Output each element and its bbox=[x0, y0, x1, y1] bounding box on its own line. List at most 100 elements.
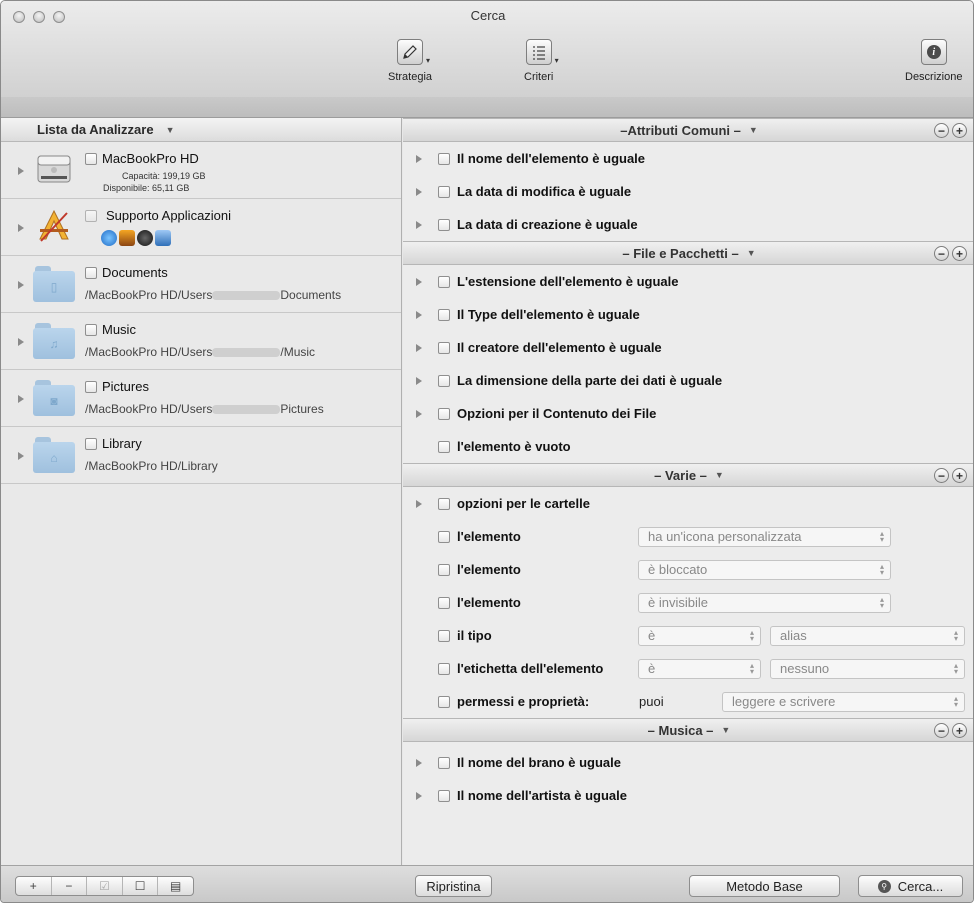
remove-section-button[interactable]: − bbox=[934, 468, 949, 483]
type-value-select[interactable]: alias ▴ ▾ bbox=[770, 625, 965, 646]
list-item[interactable]: ♫ Music /MacBookPro HD/Users/Music bbox=[1, 313, 401, 370]
criteria-row[interactable]: l'elemento è invisibile ▴ ▾ bbox=[403, 586, 973, 619]
criteria-checkbox[interactable] bbox=[438, 440, 450, 453]
criteria-checkbox[interactable] bbox=[438, 407, 450, 420]
disclosure-triangle-icon[interactable] bbox=[18, 167, 24, 175]
criteria-row[interactable]: l'elemento è vuoto bbox=[403, 430, 973, 463]
pen-icon: ▾ bbox=[397, 39, 430, 65]
criteria-checkbox[interactable] bbox=[438, 374, 450, 387]
metodo-base-button[interactable]: Metodo Base bbox=[689, 875, 840, 897]
disclosure-triangle-icon[interactable] bbox=[18, 452, 24, 460]
list-item[interactable]: MacBookPro HD Capacità: 199,19 GB Dispon… bbox=[1, 142, 401, 199]
criteria-checkbox[interactable] bbox=[438, 530, 450, 543]
remove-section-button[interactable]: − bbox=[934, 246, 949, 261]
remove-icon[interactable]: − bbox=[52, 877, 88, 895]
criteria-checkbox[interactable] bbox=[438, 563, 450, 576]
uncheck-all-icon[interactable]: ☐ bbox=[123, 877, 159, 895]
list-item[interactable]: Supporto Applicazioni bbox=[1, 199, 401, 256]
item-checkbox[interactable] bbox=[85, 209, 97, 222]
section-header-varie[interactable]: – Varie – ▼ − + bbox=[403, 463, 973, 487]
add-section-button[interactable]: + bbox=[952, 468, 967, 483]
cerca-button[interactable]: ⚲ Cerca... bbox=[858, 875, 963, 897]
element-property-select[interactable]: è bloccato ▴ ▾ bbox=[638, 559, 891, 580]
criteri-toolbar-button[interactable]: ▾ Criteri bbox=[524, 39, 559, 83]
strategia-toolbar-button[interactable]: ▾ Strategia bbox=[388, 39, 432, 83]
criteria-checkbox[interactable] bbox=[438, 152, 450, 165]
criteria-checkbox[interactable] bbox=[438, 308, 450, 321]
disclosure-triangle-icon[interactable] bbox=[416, 791, 422, 800]
criteria-row[interactable]: L'estensione dell'elemento è uguale bbox=[403, 265, 973, 298]
disclosure-triangle-icon[interactable] bbox=[416, 154, 422, 163]
criteria-label: La dimensione della parte dei dati è ugu… bbox=[457, 373, 723, 388]
criteria-row[interactable]: il tipo è ▴ ▾ alias ▴ ▾ bbox=[403, 619, 973, 652]
criteria-row[interactable]: opzioni per le cartelle bbox=[403, 487, 973, 520]
add-section-button[interactable]: + bbox=[952, 123, 967, 138]
remove-section-button[interactable]: − bbox=[934, 123, 949, 138]
criteria-checkbox[interactable] bbox=[438, 341, 450, 354]
criteria-checkbox[interactable] bbox=[438, 275, 450, 288]
criteria-row[interactable]: La data di creazione è uguale bbox=[403, 208, 973, 241]
list-item[interactable]: ▯ Documents /MacBookPro HD/Users Document… bbox=[1, 256, 401, 313]
criteria-row[interactable]: La dimensione della parte dei dati è ugu… bbox=[403, 364, 973, 397]
criteria-row[interactable]: l'etichetta dell'elemento è ▴ ▾ nessuno ▴ ▾ bbox=[403, 652, 973, 685]
criteria-row[interactable]: l'elemento è bloccato ▴ ▾ bbox=[403, 553, 973, 586]
list-item[interactable]: ⌂ Library /MacBookPro HD/Library bbox=[1, 427, 401, 484]
disclosure-triangle-icon[interactable] bbox=[416, 310, 422, 319]
disclosure-triangle-icon[interactable] bbox=[416, 187, 422, 196]
disclosure-triangle-icon[interactable] bbox=[416, 277, 422, 286]
item-checkbox[interactable] bbox=[85, 152, 97, 165]
disclosure-triangle-icon[interactable] bbox=[416, 343, 422, 352]
criteria-row[interactable]: l'elemento ha un'icona personalizzata ▴ ▾ bbox=[403, 520, 973, 553]
label-operator-select[interactable]: è ▴ ▾ bbox=[638, 658, 761, 679]
item-checkbox[interactable] bbox=[85, 266, 97, 279]
criteria-row[interactable]: Opzioni per il Contenuto dei File bbox=[403, 397, 973, 430]
label-value-select[interactable]: nessuno ▴ ▾ bbox=[770, 658, 965, 679]
criteria-checkbox[interactable] bbox=[438, 662, 450, 675]
criteria-checkbox[interactable] bbox=[438, 756, 450, 769]
section-header-attributi[interactable]: –Attributi Comuni – ▼ − + bbox=[403, 118, 973, 142]
criteria-row[interactable]: Il Type dell'elemento è uguale bbox=[403, 298, 973, 331]
add-section-button[interactable]: + bbox=[952, 246, 967, 261]
analysis-list-header[interactable]: Lista da Analizzare ▼ bbox=[1, 118, 401, 142]
list-item[interactable]: ◙ Pictures /MacBookPro HD/Users Pictures bbox=[1, 370, 401, 427]
type-operator-select[interactable]: è ▴ ▾ bbox=[638, 625, 761, 646]
disclosure-triangle-icon[interactable] bbox=[416, 376, 422, 385]
element-property-select[interactable]: è invisibile ▴ ▾ bbox=[638, 592, 891, 613]
remove-section-button[interactable]: − bbox=[934, 723, 949, 738]
disclosure-triangle-icon[interactable] bbox=[18, 281, 24, 289]
ripristina-button[interactable]: Ripristina bbox=[415, 875, 492, 897]
disclosure-triangle-icon[interactable] bbox=[416, 220, 422, 229]
item-checkbox[interactable] bbox=[85, 323, 97, 336]
criteria-checkbox[interactable] bbox=[438, 596, 450, 609]
permissions-select[interactable]: leggere e scrivere ▴ ▾ bbox=[722, 691, 965, 712]
descrizione-toolbar-button[interactable]: i Descrizione bbox=[905, 39, 962, 83]
disclosure-triangle-icon[interactable] bbox=[416, 499, 422, 508]
add-section-button[interactable]: + bbox=[952, 723, 967, 738]
criteria-row[interactable]: Il nome del brano è uguale bbox=[403, 746, 973, 779]
criteria-row[interactable]: Il creatore dell'elemento è uguale bbox=[403, 331, 973, 364]
criteria-checkbox[interactable] bbox=[438, 497, 450, 510]
check-all-icon[interactable]: ☑ bbox=[87, 877, 123, 895]
section-header-musica[interactable]: – Musica – ▼ − + bbox=[403, 718, 973, 742]
criteria-row[interactable]: La data di modifica è uguale bbox=[403, 175, 973, 208]
disclosure-triangle-icon[interactable] bbox=[18, 224, 24, 232]
section-header-file[interactable]: – File e Pacchetti – ▼ − + bbox=[403, 241, 973, 265]
disclosure-triangle-icon[interactable] bbox=[18, 395, 24, 403]
criteria-row[interactable]: Il nome dell'elemento è uguale bbox=[403, 142, 973, 175]
criteria-row[interactable]: permessi e proprietà: puoi leggere e scr… bbox=[403, 685, 973, 718]
item-checkbox[interactable] bbox=[85, 437, 97, 450]
criteria-checkbox[interactable] bbox=[438, 629, 450, 642]
disclosure-triangle-icon[interactable] bbox=[18, 338, 24, 346]
criteria-checkbox[interactable] bbox=[438, 218, 450, 231]
criteria-row[interactable]: Il nome dell'artista è uguale bbox=[403, 779, 973, 812]
folder-action-icon[interactable]: ▤ bbox=[158, 877, 193, 895]
criteria-checkbox[interactable] bbox=[438, 185, 450, 198]
item-checkbox[interactable] bbox=[85, 380, 97, 393]
disclosure-triangle-icon[interactable] bbox=[416, 758, 422, 767]
element-property-select[interactable]: ha un'icona personalizzata ▴ ▾ bbox=[638, 526, 891, 547]
criteria-checkbox[interactable] bbox=[438, 695, 450, 708]
add-icon[interactable]: + bbox=[16, 877, 52, 895]
aperture-icon bbox=[137, 230, 153, 246]
criteria-checkbox[interactable] bbox=[438, 789, 450, 802]
disclosure-triangle-icon[interactable] bbox=[416, 409, 422, 418]
